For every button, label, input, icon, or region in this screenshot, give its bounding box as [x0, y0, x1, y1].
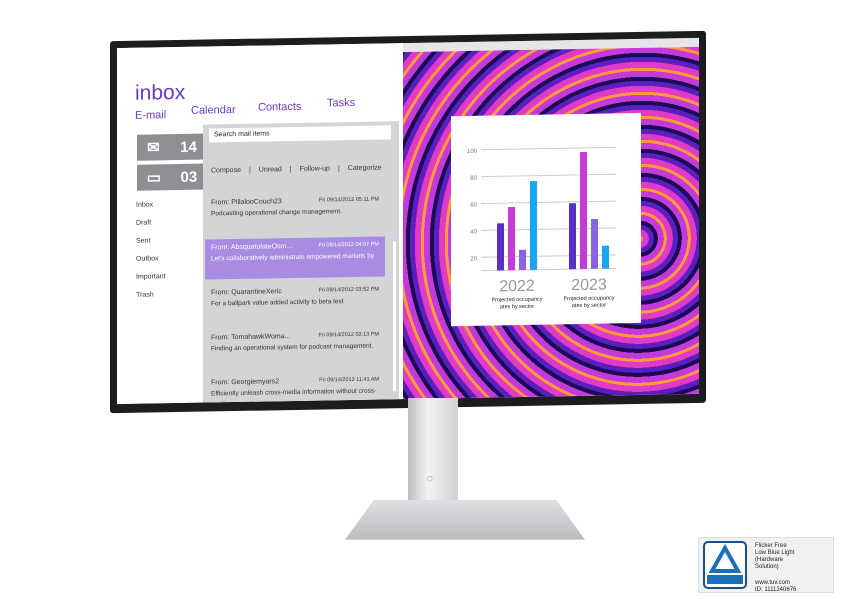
bar — [580, 151, 587, 269]
tab-calendar[interactable]: Calendar — [191, 104, 236, 117]
tab-contacts[interactable]: Contacts — [258, 101, 301, 114]
tuv-logo — [703, 541, 747, 589]
mail-preview: For a ballpark value added activity to b… — [211, 298, 344, 308]
mail-counter[interactable]: ✉ 14 — [137, 133, 207, 161]
mail-item[interactable]: From: QuarantineXeric Fri 09/14/2012 03:5… — [205, 281, 385, 324]
folder-important[interactable]: Important — [136, 273, 166, 292]
category-caption: Projected occupancy — [563, 295, 614, 302]
scrollbar[interactable] — [393, 241, 396, 392]
badge-url: www.tuv.com — [755, 580, 790, 586]
badge-line: Low Blue Light — [755, 550, 795, 556]
bar — [508, 206, 515, 271]
message-counter[interactable]: ▭ 03 — [137, 163, 207, 191]
folder-inbox[interactable]: Inbox — [136, 201, 166, 220]
badge-id: ID: 1111240676 — [755, 587, 797, 593]
mail-preview: Podcasting operational change management… — [211, 208, 342, 218]
mail-item[interactable]: From: PillalooCouch23 Fri 09/14/2012 05:1… — [205, 191, 385, 234]
mail-item[interactable]: From: TomahawkWoma... Fri 09/14/2012 02:1… — [205, 326, 385, 369]
bar — [602, 245, 609, 269]
separator: | — [289, 166, 292, 174]
certification-badge: Flicker Free Low Blue Light (Hardware So… — [698, 537, 834, 593]
badge-line: (Hardware — [755, 557, 784, 563]
message-count: 03 — [180, 168, 198, 186]
separator: | — [337, 165, 340, 173]
mail-date: Fri 09/14/2012 05:11 PM — [318, 196, 379, 204]
folder-outbox[interactable]: Outbox — [136, 255, 166, 274]
category-caption: Projected occupancy — [491, 297, 542, 304]
tab-email[interactable]: E-mail — [135, 109, 166, 122]
y-tick-label: 80 — [470, 176, 477, 182]
bar — [591, 218, 598, 269]
folder-sent[interactable]: Sent — [136, 237, 166, 256]
categorize-button[interactable]: Categorize — [348, 164, 382, 172]
category-label: 2022 — [499, 278, 535, 296]
y-tick-label: 20 — [470, 256, 477, 262]
mail-preview: Finding an operational system for podcas… — [211, 342, 374, 353]
tab-tasks[interactable]: Tasks — [327, 97, 355, 109]
search-input[interactable]: Search mail items — [209, 125, 391, 143]
mail-date: Fri 09/14/2012 02:13 PM — [318, 331, 379, 339]
monitor-stand-base — [345, 500, 585, 540]
bar-chart: 204060801002022Projected occupancy ates … — [467, 146, 616, 311]
folder-trash[interactable]: Trash — [136, 291, 166, 310]
mail-count: 14 — [180, 138, 197, 156]
badge-line: Flicker Free — [755, 543, 787, 549]
mail-app: inbox E-mail Calendar Contacts Tasks ✉ 14… — [117, 43, 403, 404]
y-tick-label: 100 — [467, 149, 478, 155]
folder-list: Inbox Draft Sent Outbox Important Trash — [136, 201, 166, 310]
compose-button[interactable]: Compose — [211, 167, 241, 175]
monitor-stand-neck: ◯ — [408, 398, 458, 508]
mail-preview: Let's collaboratively administrate empow… — [211, 252, 375, 263]
mail-date: Fri 09/14/2012 04:07 PM — [318, 241, 379, 249]
gridline — [481, 173, 616, 178]
mail-date: Fri 09/14/2012 03:52 PM — [318, 286, 379, 294]
y-tick-label: 40 — [470, 229, 477, 235]
dell-logo: ◯ — [427, 476, 433, 482]
follow-up-button[interactable]: Follow-up — [300, 165, 330, 173]
mail-date: Fri 09/14/2012 11:41 AM — [319, 376, 379, 384]
bar — [497, 223, 504, 271]
category-caption: ates by sector — [500, 304, 534, 311]
mail-item[interactable]: From: Georgiemyars2 Fri 09/14/2012 11:41 … — [205, 371, 385, 405]
bar — [519, 249, 526, 271]
category-caption: ates by sector — [572, 303, 606, 310]
chart-card: 20 40 60 80 100 2022 Projected occupancy ates … — [451, 112, 641, 327]
app-title: inbox — [135, 80, 186, 105]
y-tick-label: 60 — [470, 203, 477, 209]
separator: | — [248, 166, 251, 174]
bar — [530, 181, 537, 270]
category-label: 2023 — [571, 277, 607, 295]
envelope-icon: ✉ — [147, 139, 160, 157]
chat-bubble-icon: ▭ — [146, 169, 161, 187]
badge-text: Flicker Free Low Blue Light (Hardware So… — [755, 543, 796, 594]
mail-item[interactable]: From: AbsquatulateOsm... Fri 09/14/2012 0… — [205, 236, 385, 280]
gridline — [481, 146, 616, 151]
gridline — [481, 200, 616, 205]
badge-line: Solution) — [755, 564, 779, 570]
mail-list: Search mail items Compose | Unread | Follo… — [203, 121, 399, 405]
bar — [569, 203, 576, 270]
unread-button[interactable]: Unread — [259, 166, 282, 173]
mail-actions: Compose | Unread | Follow-up | Categorize — [211, 164, 382, 174]
folder-draft[interactable]: Draft — [136, 219, 166, 238]
monitor-screen: inbox E-mail Calendar Contacts Tasks ✉ 14… — [117, 37, 699, 405]
